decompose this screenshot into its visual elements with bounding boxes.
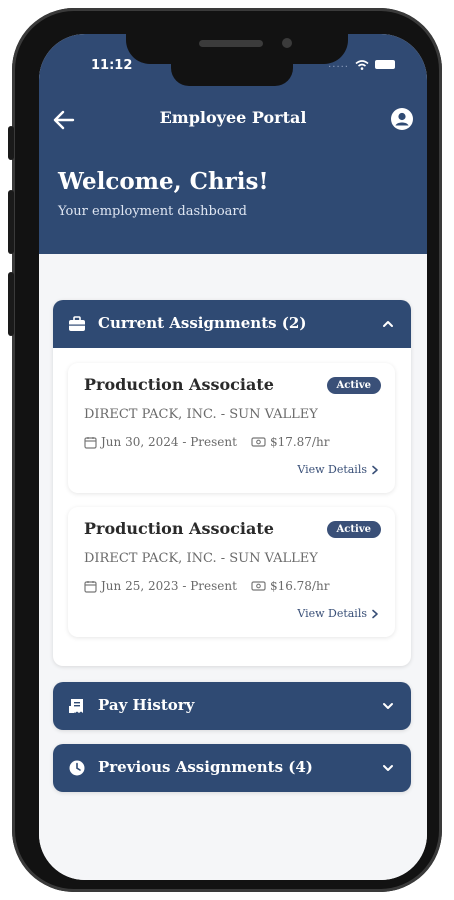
notch-island [171, 56, 293, 86]
pay-rate-wrap: $16.78/hr [251, 579, 330, 593]
company-name: DIRECT PACK, INC. - SUN VALLEY [84, 551, 318, 566]
previous-assignments-section: Previous Assignments (4) [53, 744, 411, 792]
front-camera [282, 38, 292, 48]
pay-history-section: Pay History [53, 682, 411, 730]
pay-history-header[interactable]: Pay History [53, 682, 411, 730]
chevron-right-icon [372, 609, 378, 618]
view-details-label: View Details [297, 607, 367, 620]
company-name: DIRECT PACK, INC. - SUN VALLEY [84, 407, 318, 422]
calendar-icon [84, 436, 97, 449]
view-details-label: View Details [297, 463, 367, 476]
main-content: Current Assignments (2) Production Assoc… [39, 254, 427, 880]
welcome-title: Welcome, Chris! [58, 168, 269, 195]
chevron-right-icon [372, 465, 378, 474]
page-title: Employee Portal [159, 108, 307, 127]
current-assignments-header[interactable]: Current Assignments (2) [53, 300, 411, 348]
assignment-meta: Jun 25, 2023 - Present $16.78/hr [84, 579, 329, 593]
side-button-volume-down [8, 272, 14, 336]
job-title: Production Associate [84, 375, 274, 394]
nav-bar: Employee Portal [39, 102, 427, 138]
battery-icon [375, 60, 395, 69]
chevron-up-icon[interactable] [381, 317, 395, 331]
chevron-down-icon[interactable] [381, 699, 395, 713]
welcome-subtitle: Your employment dashboard [58, 204, 247, 219]
side-button-volume-up [8, 190, 14, 254]
signal-dots: ..... [328, 59, 349, 70]
assignment-meta: Jun 30, 2024 - Present $17.87/hr [84, 435, 329, 449]
welcome-banner: Welcome, Chris! Your employment dashboar… [39, 140, 427, 254]
status-icons: ..... [328, 59, 395, 70]
pay-rate: $16.78/hr [269, 579, 330, 593]
pay-rate-wrap: $17.87/hr [251, 435, 330, 449]
assignment-dates: Jun 30, 2024 - Present [101, 435, 237, 449]
phone-screen: Employee Portal Welcome, Chris! Your emp… [39, 34, 427, 880]
user-circle-icon[interactable] [391, 108, 413, 130]
wifi-icon [355, 59, 369, 70]
pay-history-title: Pay History [98, 696, 195, 714]
side-button-mute [8, 126, 14, 160]
assignment-dates: Jun 25, 2023 - Present [101, 579, 237, 593]
money-icon [251, 437, 266, 447]
clock-icon [69, 760, 85, 776]
money-icon [251, 581, 266, 591]
status-badge: Active [326, 521, 381, 538]
view-details-link[interactable]: View Details [297, 607, 379, 620]
current-assignments-section: Current Assignments (2) Production Assoc… [53, 300, 411, 666]
view-details-link[interactable]: View Details [297, 463, 379, 476]
previous-assignments-header[interactable]: Previous Assignments (4) [53, 744, 411, 792]
pay-rate: $17.87/hr [269, 435, 330, 449]
chevron-down-icon[interactable] [381, 761, 395, 775]
status-time: 11:12 [91, 58, 133, 73]
briefcase-icon [69, 316, 85, 331]
previous-assignments-title: Previous Assignments (4) [98, 758, 313, 776]
assignment-card[interactable]: Production Associate Active DIRECT PACK,… [68, 507, 395, 637]
status-badge: Active [326, 377, 381, 394]
job-title: Production Associate [84, 519, 274, 538]
speaker-grill [199, 40, 263, 47]
receipt-icon [69, 699, 83, 713]
calendar-icon [84, 580, 97, 593]
current-assignments-title: Current Assignments (2) [98, 314, 307, 332]
assignment-card[interactable]: Production Associate Active DIRECT PACK,… [68, 363, 395, 493]
